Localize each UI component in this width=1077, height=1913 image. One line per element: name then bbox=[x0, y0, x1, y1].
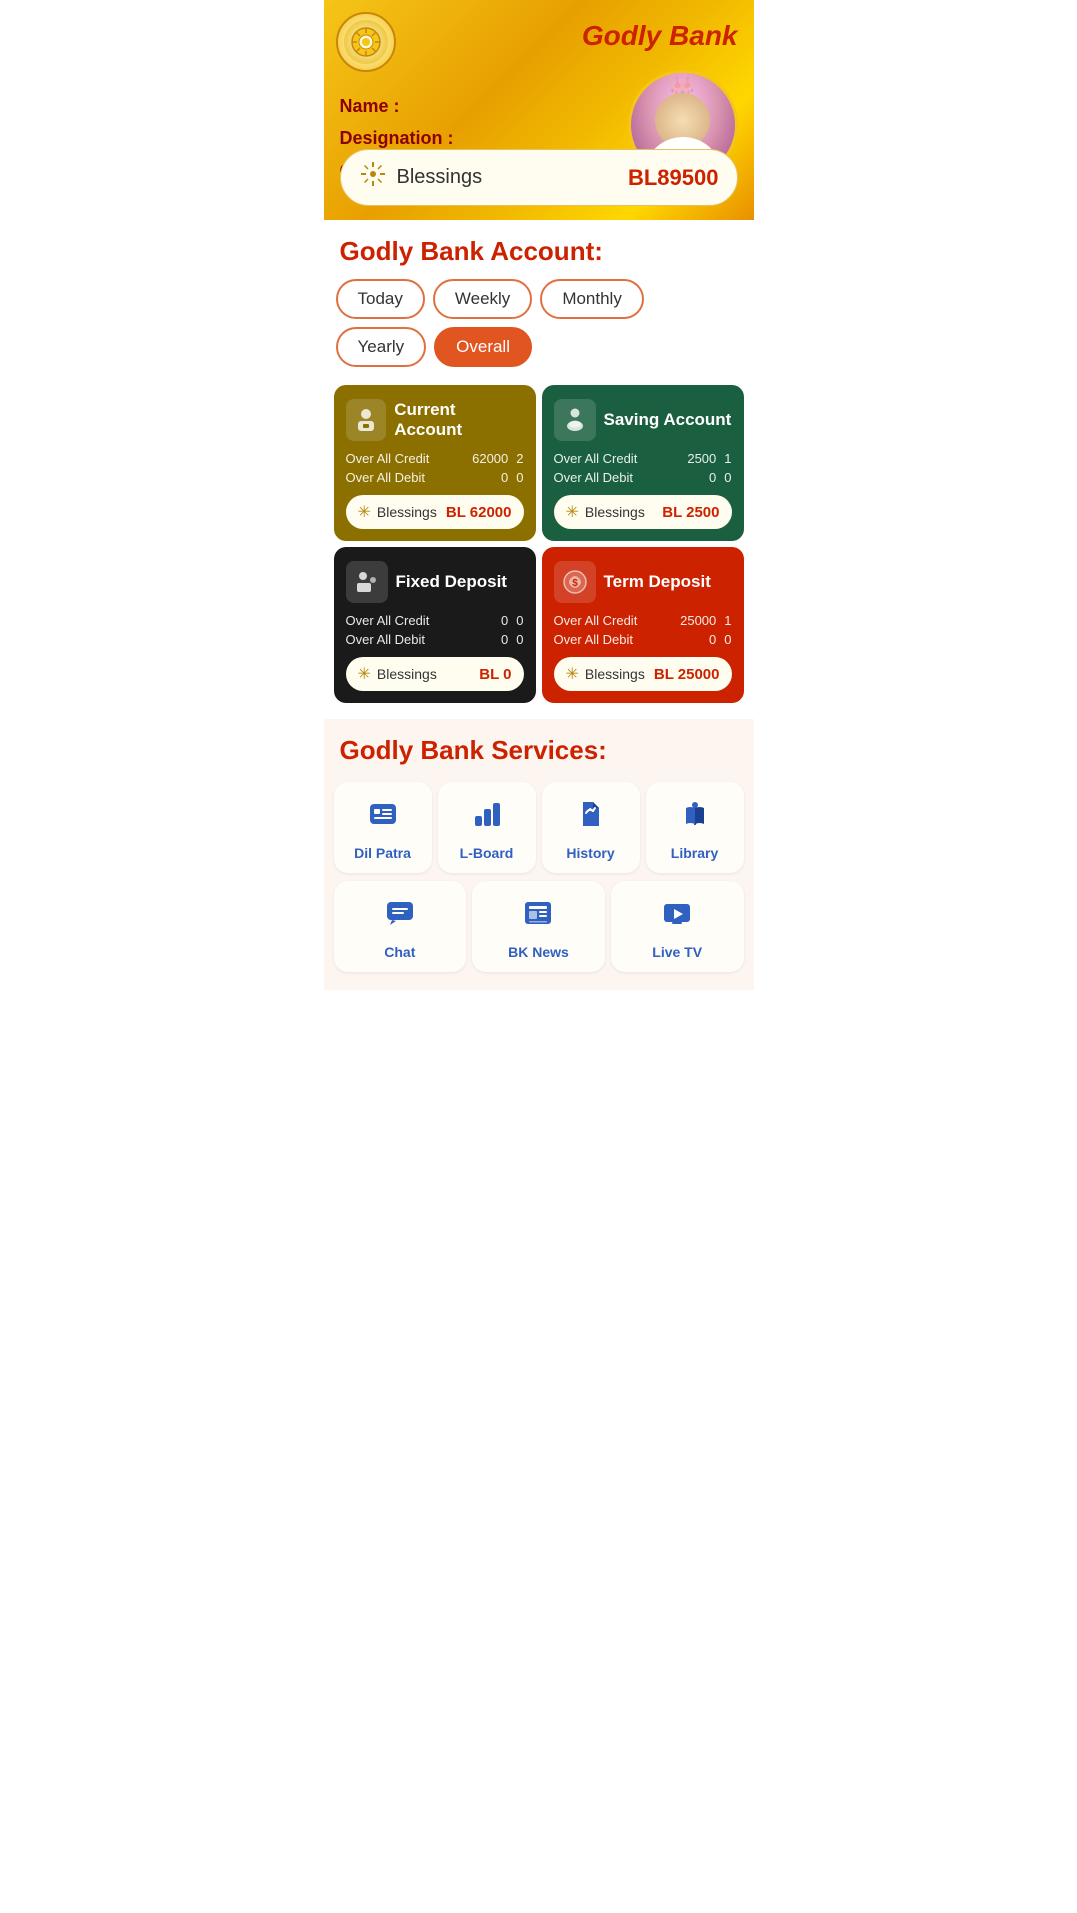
chat-icon bbox=[384, 897, 416, 936]
fixed-debit-amount: 0 bbox=[501, 632, 508, 647]
svg-text:$: $ bbox=[572, 578, 578, 589]
service-bk-news[interactable]: BK News bbox=[472, 881, 605, 972]
history-label: History bbox=[566, 845, 614, 861]
account-section-title: Godly Bank Account: bbox=[324, 220, 754, 275]
saving-account-card[interactable]: Saving Account Over All Credit 2500 1 Ov… bbox=[542, 385, 744, 541]
tabs-row: Today Weekly Monthly Yearly Overall bbox=[324, 275, 754, 379]
saving-bless-icon: ✳ bbox=[566, 502, 579, 522]
current-credit-count: 2 bbox=[516, 451, 523, 466]
fixed-debit-count: 0 bbox=[516, 632, 523, 647]
current-blessings: ✳ Blessings BL 62000 bbox=[346, 495, 524, 529]
library-label: Library bbox=[671, 845, 718, 861]
chat-label: Chat bbox=[384, 944, 415, 960]
history-icon bbox=[575, 798, 607, 837]
service-history[interactable]: History bbox=[542, 782, 640, 873]
app-title: Godly Bank bbox=[582, 20, 738, 52]
live-tv-label: Live TV bbox=[652, 944, 702, 960]
tab-yearly[interactable]: Yearly bbox=[336, 327, 427, 367]
fixed-credit-amount: 0 bbox=[501, 613, 508, 628]
saving-credit-amount: 2500 bbox=[687, 451, 716, 466]
account-section: Godly Bank Account: Today Weekly Monthly… bbox=[324, 220, 754, 709]
l-board-icon bbox=[471, 798, 503, 837]
saving-credit-row: Over All Credit 2500 1 bbox=[554, 451, 732, 466]
saving-debit-amount: 0 bbox=[709, 470, 716, 485]
saving-credit-count: 1 bbox=[724, 451, 731, 466]
service-dil-patra[interactable]: Dil Patra bbox=[334, 782, 432, 873]
current-debit-row: Over All Debit 0 0 bbox=[346, 470, 524, 485]
blessings-bar: Blessings BL89500 bbox=[340, 149, 738, 206]
fixed-deposit-card[interactable]: Fixed Deposit Over All Credit 0 0 Over A… bbox=[334, 547, 536, 703]
current-bless-value: BL 62000 bbox=[446, 504, 512, 521]
library-icon bbox=[679, 798, 711, 837]
saving-debit-count: 0 bbox=[724, 470, 731, 485]
service-l-board[interactable]: L-Board bbox=[438, 782, 536, 873]
fixed-debit-row: Over All Debit 0 0 bbox=[346, 632, 524, 647]
term-credit-count: 1 bbox=[724, 613, 731, 628]
bk-news-icon bbox=[522, 897, 554, 936]
tab-monthly[interactable]: Monthly bbox=[540, 279, 644, 319]
blessings-icon bbox=[359, 160, 387, 195]
dil-patra-icon bbox=[367, 798, 399, 837]
service-live-tv[interactable]: Live TV bbox=[611, 881, 744, 972]
bk-news-label: BK News bbox=[508, 944, 569, 960]
services-grid-row1: Dil Patra L-Board bbox=[324, 774, 754, 881]
current-debit-amount: 0 bbox=[501, 470, 508, 485]
current-debit-count: 0 bbox=[516, 470, 523, 485]
current-credit-row: Over All Credit 62000 2 bbox=[346, 451, 524, 466]
fixed-bless-icon: ✳ bbox=[358, 664, 371, 684]
term-credit-amount: 25000 bbox=[680, 613, 716, 628]
term-debit-row: Over All Debit 0 0 bbox=[554, 632, 732, 647]
fixed-deposit-title: Fixed Deposit bbox=[396, 572, 507, 592]
l-board-label: L-Board bbox=[460, 845, 514, 861]
term-debit-count: 0 bbox=[724, 632, 731, 647]
term-blessings: ✳ Blessings BL 25000 bbox=[554, 657, 732, 691]
app-logo bbox=[336, 12, 396, 72]
term-deposit-title: Term Deposit bbox=[604, 572, 711, 592]
services-section-title: Godly Bank Services: bbox=[324, 719, 754, 774]
tab-today[interactable]: Today bbox=[336, 279, 425, 319]
blessings-value: BL89500 bbox=[628, 165, 719, 191]
term-deposit-card[interactable]: $ Term Deposit Over All Credit 25000 1 O… bbox=[542, 547, 744, 703]
fixed-blessings: ✳ Blessings BL 0 bbox=[346, 657, 524, 691]
tab-weekly[interactable]: Weekly bbox=[433, 279, 532, 319]
current-credit-amount: 62000 bbox=[472, 451, 508, 466]
saving-debit-row: Over All Debit 0 0 bbox=[554, 470, 732, 485]
term-bless-icon: ✳ bbox=[566, 664, 579, 684]
live-tv-icon bbox=[661, 897, 693, 936]
dil-patra-label: Dil Patra bbox=[354, 845, 411, 861]
current-account-title: Current Account bbox=[394, 400, 523, 440]
tab-overall[interactable]: Overall bbox=[434, 327, 532, 367]
saving-account-icon bbox=[554, 399, 596, 441]
services-section: Godly Bank Services: Dil Patra bbox=[324, 719, 754, 990]
current-bless-icon: ✳ bbox=[358, 502, 371, 522]
current-account-icon bbox=[346, 399, 387, 441]
term-credit-row: Over All Credit 25000 1 bbox=[554, 613, 732, 628]
term-debit-amount: 0 bbox=[709, 632, 716, 647]
saving-account-title: Saving Account bbox=[604, 410, 732, 430]
service-library[interactable]: Library bbox=[646, 782, 744, 873]
term-bless-value: BL 25000 bbox=[654, 666, 720, 683]
saving-bless-value: BL 2500 bbox=[662, 504, 719, 521]
term-deposit-icon: $ bbox=[554, 561, 596, 603]
current-account-card[interactable]: Current Account Over All Credit 62000 2 … bbox=[334, 385, 536, 541]
services-grid-row2: Chat BK News bbox=[324, 881, 754, 980]
blessings-label: Blessings bbox=[397, 166, 483, 189]
header-banner: Godly Bank Name : Designation : Crown : … bbox=[324, 0, 754, 220]
saving-blessings: ✳ Blessings BL 2500 bbox=[554, 495, 732, 529]
name-label: Name : bbox=[340, 90, 454, 122]
account-cards-grid: Current Account Over All Credit 62000 2 … bbox=[324, 379, 754, 709]
fixed-credit-count: 0 bbox=[516, 613, 523, 628]
service-chat[interactable]: Chat bbox=[334, 881, 467, 972]
fixed-bless-value: BL 0 bbox=[479, 666, 511, 683]
fixed-deposit-icon bbox=[346, 561, 388, 603]
fixed-credit-row: Over All Credit 0 0 bbox=[346, 613, 524, 628]
